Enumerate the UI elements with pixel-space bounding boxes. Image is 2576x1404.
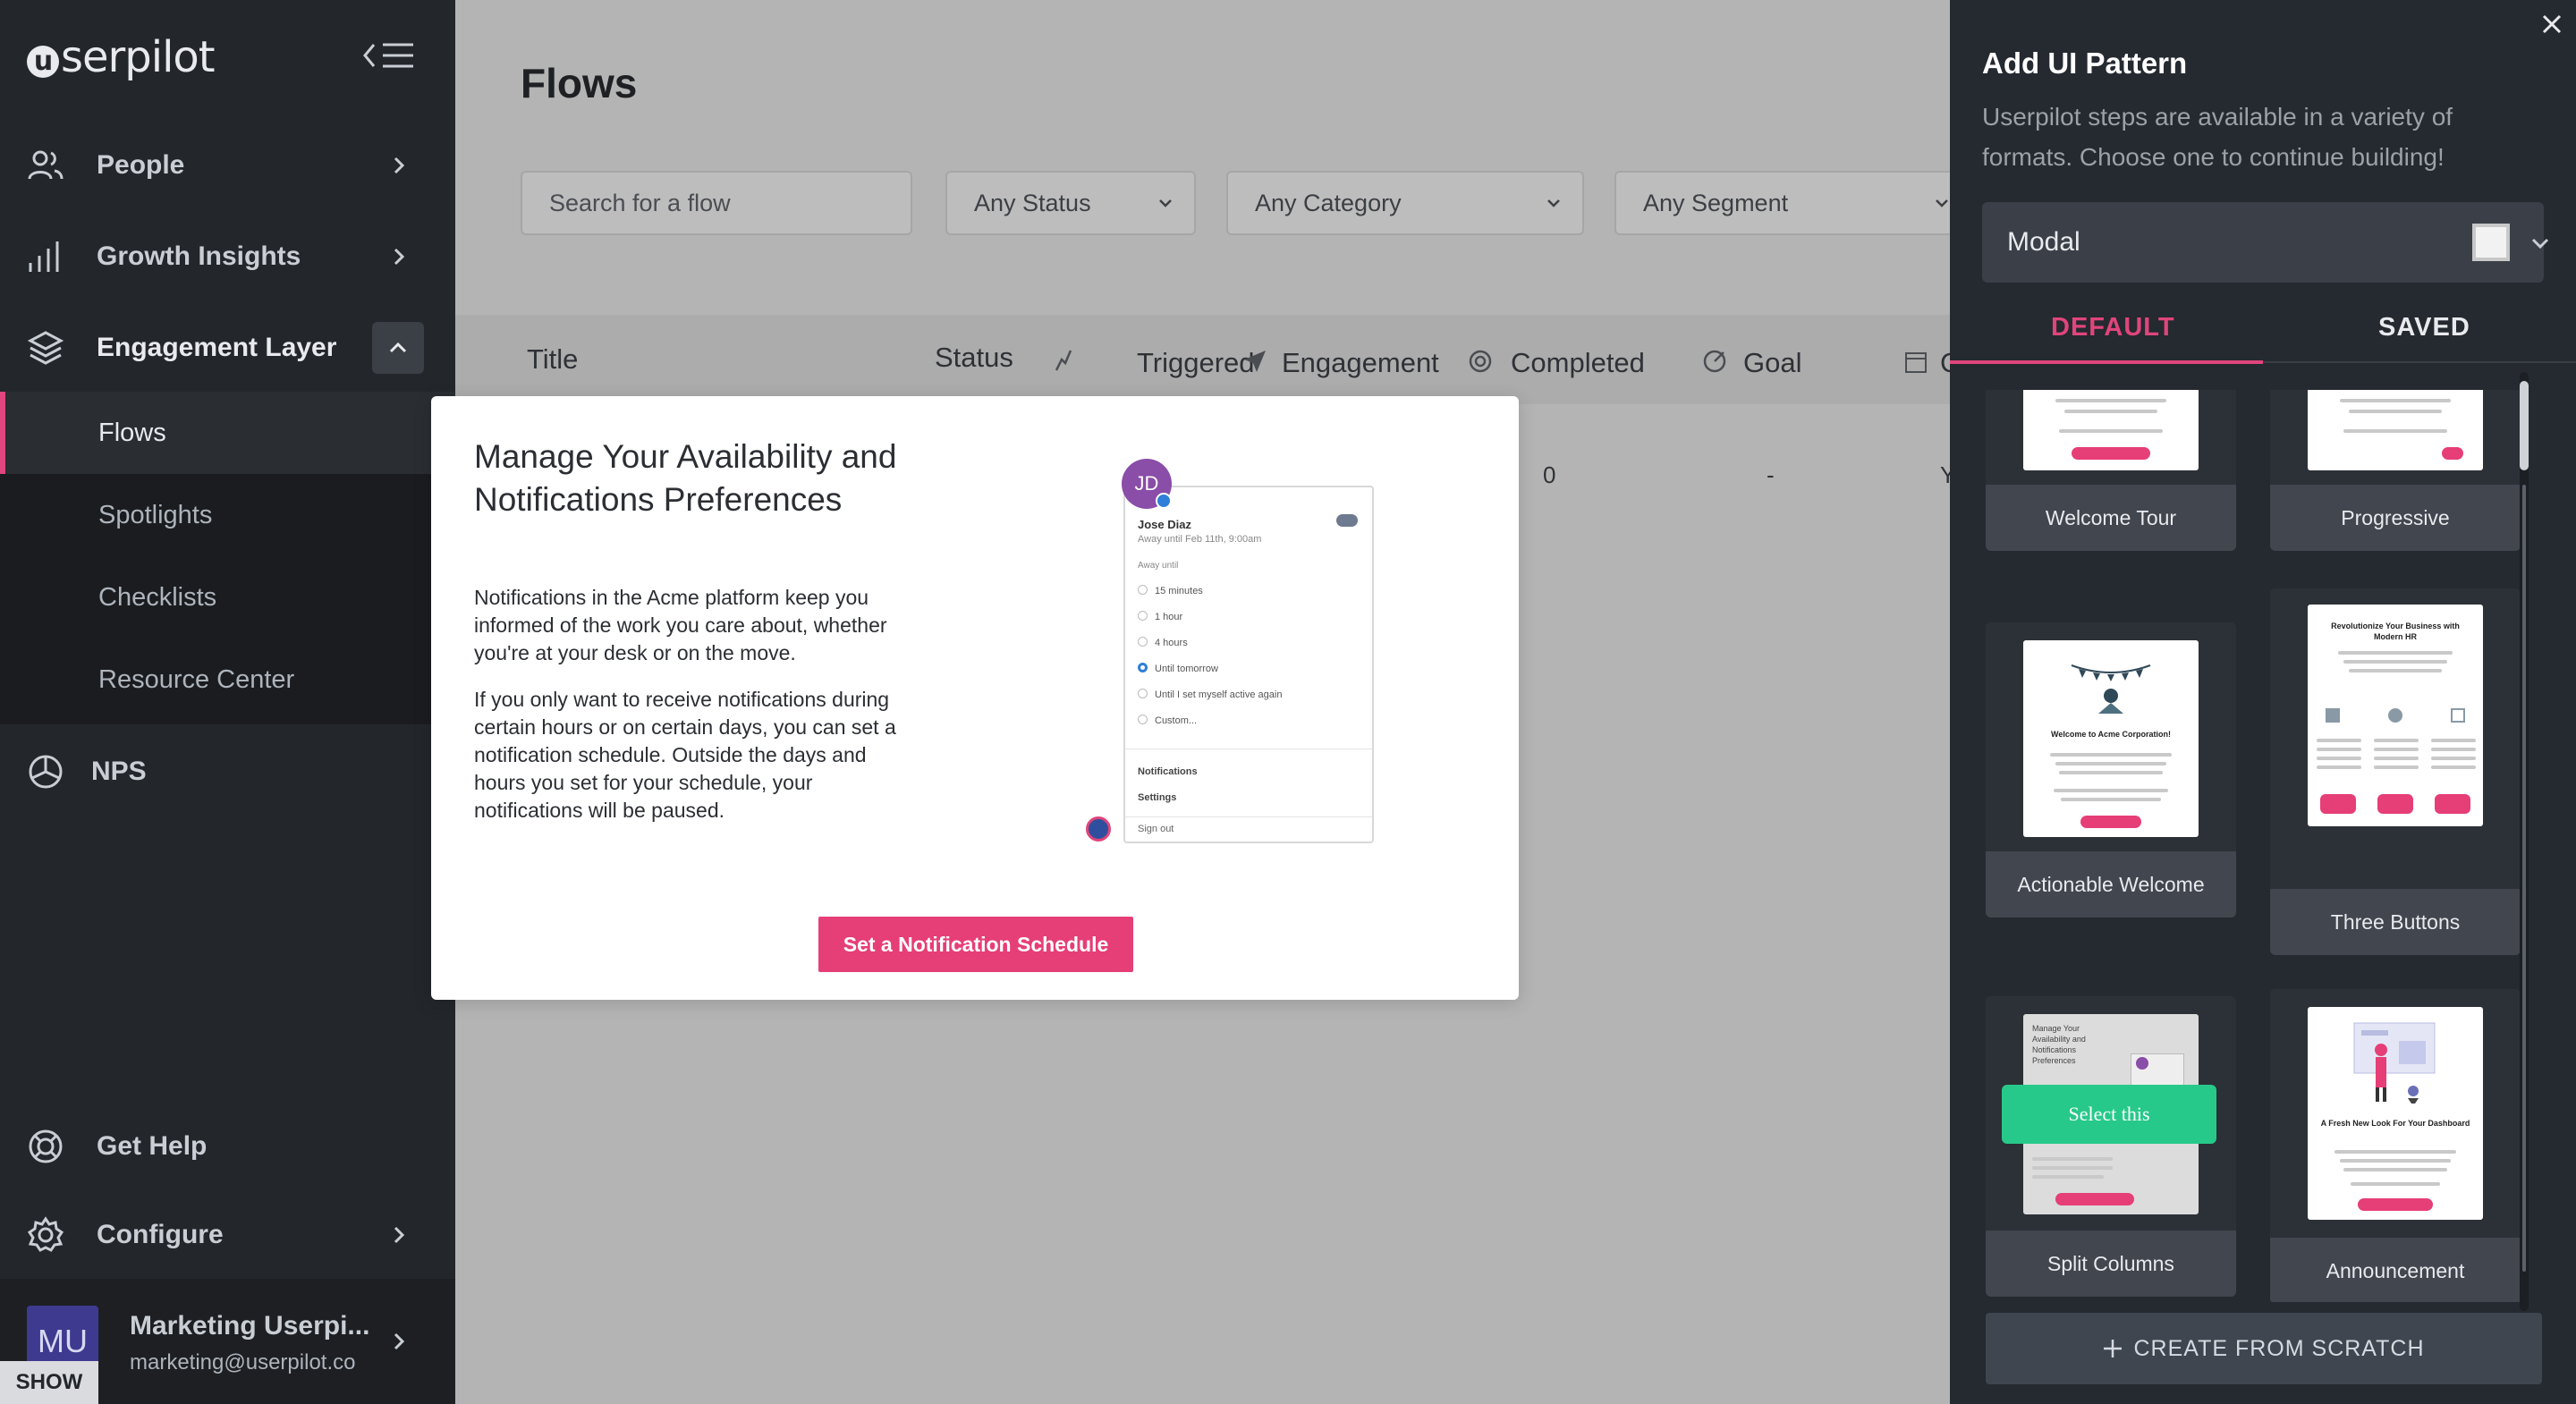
illustration-menu: Notifications Settings <box>1138 766 1198 803</box>
pattern-card-progressive[interactable]: Progressive <box>2270 390 2521 551</box>
plus-icon <box>2104 1340 2123 1357</box>
tab-default[interactable]: DEFAULT <box>2051 313 2175 343</box>
modal-paragraph-2: If you only want to receive notification… <box>474 688 896 822</box>
user-name: Marketing Userpi... <box>130 1311 370 1341</box>
chevron-right-icon <box>394 248 405 266</box>
goal-icon <box>1703 350 1726 373</box>
pattern-card-split-columns[interactable]: Manage Your Availability and Notificatio… <box>1986 996 2236 1297</box>
gear-icon <box>27 1216 64 1252</box>
nav-nps[interactable]: NPS <box>0 727 455 816</box>
panel-scrollbar[interactable] <box>2517 372 2531 1311</box>
column-goal[interactable]: Goal <box>1743 347 1801 379</box>
option: Custom... <box>1138 708 1282 734</box>
target-icon <box>1469 350 1492 373</box>
pattern-card-announcement[interactable]: A Fresh New Look For Your Dashboard Anno… <box>2270 989 2521 1302</box>
show-badge[interactable]: SHOW <box>0 1361 98 1404</box>
pattern-card-actionable-welcome[interactable]: Welcome to Acme Corporation! Actionable … <box>1986 622 2236 918</box>
row-goal: - <box>1767 461 1775 488</box>
nav-engagement-layer[interactable]: Engagement Layer <box>0 303 455 393</box>
nav-growth-insights[interactable]: Growth Insights <box>0 212 455 301</box>
column-completed[interactable]: Completed <box>1511 347 1645 379</box>
pattern-type-select[interactable]: Modal <box>1982 202 2549 283</box>
tab-saved[interactable]: SAVED <box>2378 313 2470 343</box>
status-filter[interactable]: Any Status <box>945 171 1196 235</box>
sidebar-item-checklists[interactable]: Checklists <box>0 556 455 639</box>
nav-configure[interactable]: Configure <box>0 1190 455 1280</box>
active-tab-indicator <box>1950 360 2263 364</box>
panel-description: Userpilot steps are available in a varie… <box>1982 103 2453 171</box>
option: Until tomorrow <box>1138 656 1282 682</box>
check-badge-icon <box>1156 493 1172 509</box>
notification-illustration: JD Jose Diaz Away until Feb 11th, 9:00am… <box>1086 459 1397 843</box>
trigger-icon <box>1055 350 1072 371</box>
modal-paragraph-1: Notifications in the Acme platform keep … <box>474 586 887 664</box>
modal-type-icon <box>2472 224 2510 261</box>
chevron-down-icon <box>1547 199 1560 207</box>
collapse-engagement-button[interactable] <box>372 322 424 374</box>
pie-chart-icon <box>29 755 63 789</box>
bar-chart-icon <box>29 241 59 272</box>
celebration-icon <box>2071 664 2151 714</box>
chevron-right-icon <box>394 1332 405 1350</box>
set-notification-schedule-button[interactable]: Set a Notification Schedule <box>818 917 1133 972</box>
column-status[interactable]: Status <box>935 342 1013 374</box>
sidebar-item-resource-center[interactable]: Resource Center <box>0 639 455 721</box>
nav-label: People <box>97 150 185 180</box>
chevron-down-icon <box>1936 199 1948 207</box>
nav-label: Engagement Layer <box>97 333 337 362</box>
help-bubble-icon <box>1086 816 1111 842</box>
chevron-right-icon <box>394 156 405 174</box>
sidebar-item-flows[interactable]: Flows <box>0 392 455 474</box>
chevron-up-icon <box>389 342 407 353</box>
modal-title: Manage Your Availability and Notificatio… <box>474 438 897 518</box>
pattern-card-welcome-tour[interactable]: Welcome Tour <box>1986 390 2236 551</box>
option: Until I set myself active again <box>1138 682 1282 708</box>
layers-icon <box>27 331 64 365</box>
sidebar-item-spotlights[interactable]: Spotlights <box>0 474 455 556</box>
toggle-icon <box>1336 514 1358 527</box>
option: 1 hour <box>1138 605 1282 630</box>
people-icon <box>28 150 64 180</box>
userpilot-logo[interactable]: u serpilot <box>27 32 216 82</box>
chevron-down-icon <box>2531 238 2549 250</box>
nav-label: Configure <box>97 1220 224 1249</box>
close-icon[interactable] <box>2538 11 2565 38</box>
chevron-right-icon <box>394 1226 405 1244</box>
nav-get-help[interactable]: Get Help <box>0 1102 455 1191</box>
sidebar: u serpilot People Growth Insights Engagem… <box>0 0 455 1404</box>
column-engagement[interactable]: Engagement <box>1282 347 1439 379</box>
pattern-card-grid: Welcome Tour Progressive Welcome to Acme… <box>1950 390 2576 1302</box>
nav-label: Growth Insights <box>97 241 301 271</box>
column-triggered[interactable]: Triggered <box>1137 347 1255 379</box>
row-completed: 0 <box>1543 461 1556 488</box>
option: 15 minutes <box>1138 579 1282 605</box>
pattern-card-three-buttons[interactable]: Revolutionize Your Business with Modern … <box>2270 588 2521 955</box>
select-this-button[interactable]: Select this <box>2002 1085 2216 1144</box>
panel-title: Add UI Pattern <box>1982 47 2188 80</box>
segment-filter[interactable]: Any Segment <box>1614 171 1972 235</box>
engagement-subnav: Flows Spotlights Checklists Resource Cen… <box>0 392 455 724</box>
create-from-scratch-button[interactable]: CREATE FROM SCRATCH <box>1986 1313 2542 1384</box>
modal-preview: Manage Your Availability and Notificatio… <box>431 396 1519 1000</box>
away-options: 15 minutes 1 hour 4 hours Until tomorrow… <box>1138 579 1282 734</box>
search-input[interactable]: Search for a flow <box>521 171 912 235</box>
calendar-icon <box>1905 352 1927 373</box>
user-email: marketing@userpilot.co <box>130 1350 356 1374</box>
page-title: Flows <box>521 60 638 106</box>
option: 4 hours <box>1138 630 1282 656</box>
chevron-down-icon <box>1159 199 1172 207</box>
nav-label: Get Help <box>97 1131 208 1161</box>
category-filter[interactable]: Any Category <box>1226 171 1584 235</box>
announcement-illustration <box>2353 1022 2436 1104</box>
nav-label: NPS <box>91 757 147 786</box>
send-icon <box>1244 351 1266 372</box>
lifebuoy-icon <box>29 1129 63 1163</box>
column-title[interactable]: Title <box>527 343 578 376</box>
nav-people[interactable]: People <box>0 121 455 210</box>
add-ui-pattern-panel: Add UI Pattern Userpilot steps are avail… <box>1950 0 2576 1404</box>
collapse-sidebar-icon[interactable] <box>361 39 415 72</box>
